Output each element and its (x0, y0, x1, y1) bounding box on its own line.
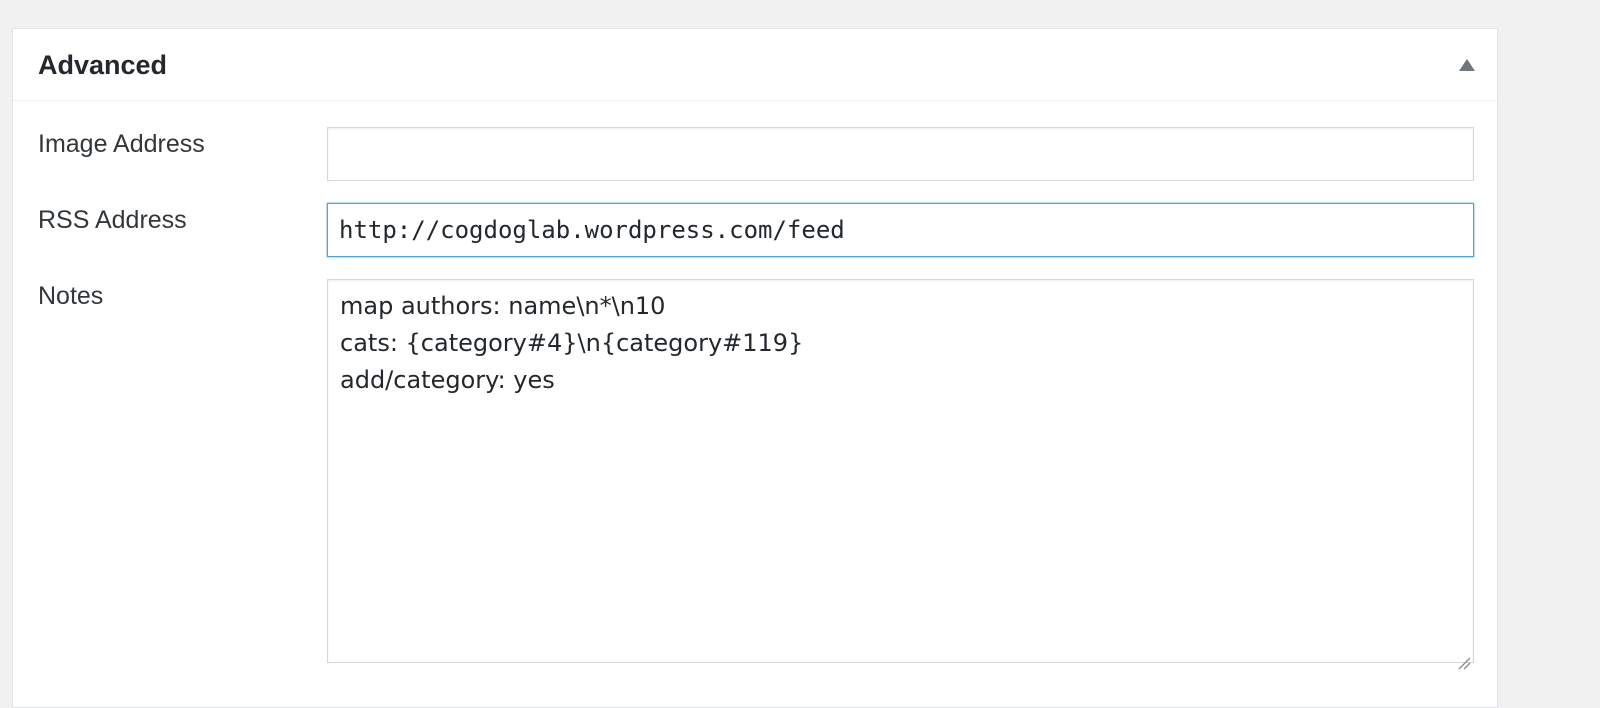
collapse-toggle-button[interactable] (1449, 49, 1485, 81)
notes-textarea[interactable]: map authors: name\n*\n10 cats: {category… (327, 279, 1474, 670)
rss-address-label: RSS Address (38, 206, 187, 234)
image-address-label: Image Address (38, 130, 205, 158)
notes-line: cats: {category#4}\n{category#119} (340, 329, 804, 357)
notes-label: Notes (38, 282, 104, 310)
triangle-up-icon (1459, 59, 1475, 71)
notes-line: map authors: name\n*\n10 (340, 292, 666, 320)
notes-line: add/category: yes (340, 366, 555, 394)
metabox-header[interactable]: Advanced (13, 29, 1497, 101)
rss-address-input[interactable]: http://cogdoglab.wordpress.com/feed (327, 203, 1474, 257)
resize-grip-icon[interactable] (1455, 644, 1471, 670)
metabox-title: Advanced (38, 50, 168, 80)
advanced-metabox: Advanced Image Address RSS Address http:… (12, 28, 1498, 708)
image-address-input[interactable] (327, 127, 1474, 181)
